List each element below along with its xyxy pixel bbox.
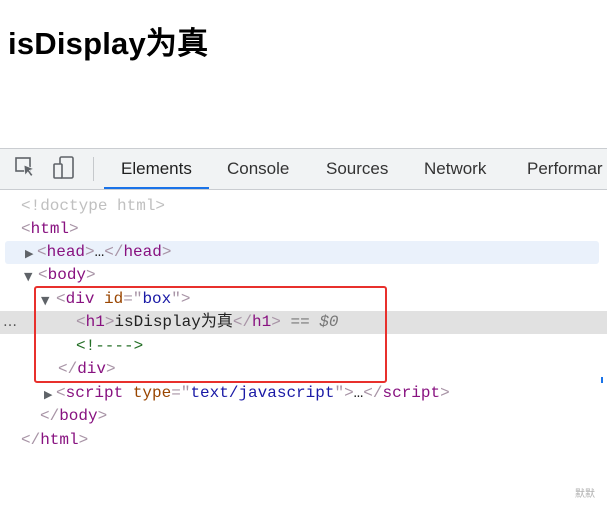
tab-elements[interactable]: Elements [104, 149, 209, 189]
comment-text: <!----> [76, 337, 144, 355]
div-attr-name: id [104, 290, 124, 308]
device-toolbar-icon[interactable] [52, 155, 78, 181]
tree-node-html-close[interactable]: </html> [0, 429, 607, 452]
expand-triangle-icon[interactable]: ▶ [44, 383, 52, 406]
tree-node-body[interactable]: ▼ <body> [0, 264, 607, 287]
tab-sources[interactable]: Sources [326, 149, 388, 189]
tab-network[interactable]: Network [424, 149, 486, 189]
row-menu-icon[interactable]: … [3, 311, 18, 334]
collapse-triangle-icon[interactable]: ▼ [24, 265, 32, 288]
toolbar-separator [93, 157, 94, 181]
head-close-tag: head [123, 243, 162, 261]
inspect-element-icon[interactable] [13, 155, 39, 181]
tree-node-html[interactable]: <html> [0, 218, 607, 241]
tree-node-body-close[interactable]: </body> [0, 405, 607, 428]
elements-tree: <!doctype html> <html> ▶ <head>…</head> … [0, 190, 607, 510]
tree-node-h1-selected[interactable]: … <h1>isDisplay为真</h1> == $0 [0, 311, 607, 334]
tree-node-div[interactable]: ▼ <div id="box"> [0, 288, 607, 311]
page-title: isDisplay为真 [8, 26, 209, 61]
div-attr-value: box [142, 290, 172, 308]
div-tag: div [65, 290, 95, 308]
body-tag: body [47, 266, 87, 284]
tree-node-doctype[interactable]: <!doctype html> [0, 195, 607, 218]
html-close-tag: html [40, 431, 79, 449]
tree-node-head[interactable]: ▶ <head>…</head> [5, 241, 599, 264]
script-attr-name: type [132, 384, 172, 402]
watermark: 默默 [575, 489, 595, 500]
head-ellipsis[interactable]: … [95, 243, 105, 261]
div-close-tag: div [77, 360, 107, 378]
script-attr-value: text/javascript [190, 384, 335, 402]
tree-node-script[interactable]: ▶ <script type="text/javascript">…</scri… [0, 382, 607, 405]
body-close-tag: body [59, 407, 98, 425]
tree-node-div-close[interactable]: </div> [0, 358, 607, 381]
scroll-indicator [601, 377, 607, 383]
head-tag: head [46, 243, 86, 261]
tab-console[interactable]: Console [227, 149, 289, 189]
tree-node-comment[interactable]: <!----> [0, 335, 607, 358]
h1-text: isDisplay为真 [114, 313, 233, 331]
devtools-toolbar: Elements Console Sources Network Perform… [0, 149, 607, 190]
doctype-text: <!doctype html> [21, 197, 166, 215]
script-tag: script [65, 384, 124, 402]
collapse-triangle-icon[interactable]: ▼ [41, 289, 49, 312]
h1-tag: h1 [85, 313, 105, 331]
devtools-panel: Elements Console Sources Network Perform… [0, 148, 607, 510]
expand-triangle-icon[interactable]: ▶ [25, 242, 33, 265]
html-tag: html [30, 220, 70, 238]
script-close-tag: script [382, 384, 441, 402]
script-ellipsis[interactable]: … [354, 384, 364, 402]
selected-marker: == $0 [290, 313, 339, 331]
tab-performance[interactable]: Performar [527, 149, 603, 189]
h1-close-tag: h1 [252, 313, 272, 331]
